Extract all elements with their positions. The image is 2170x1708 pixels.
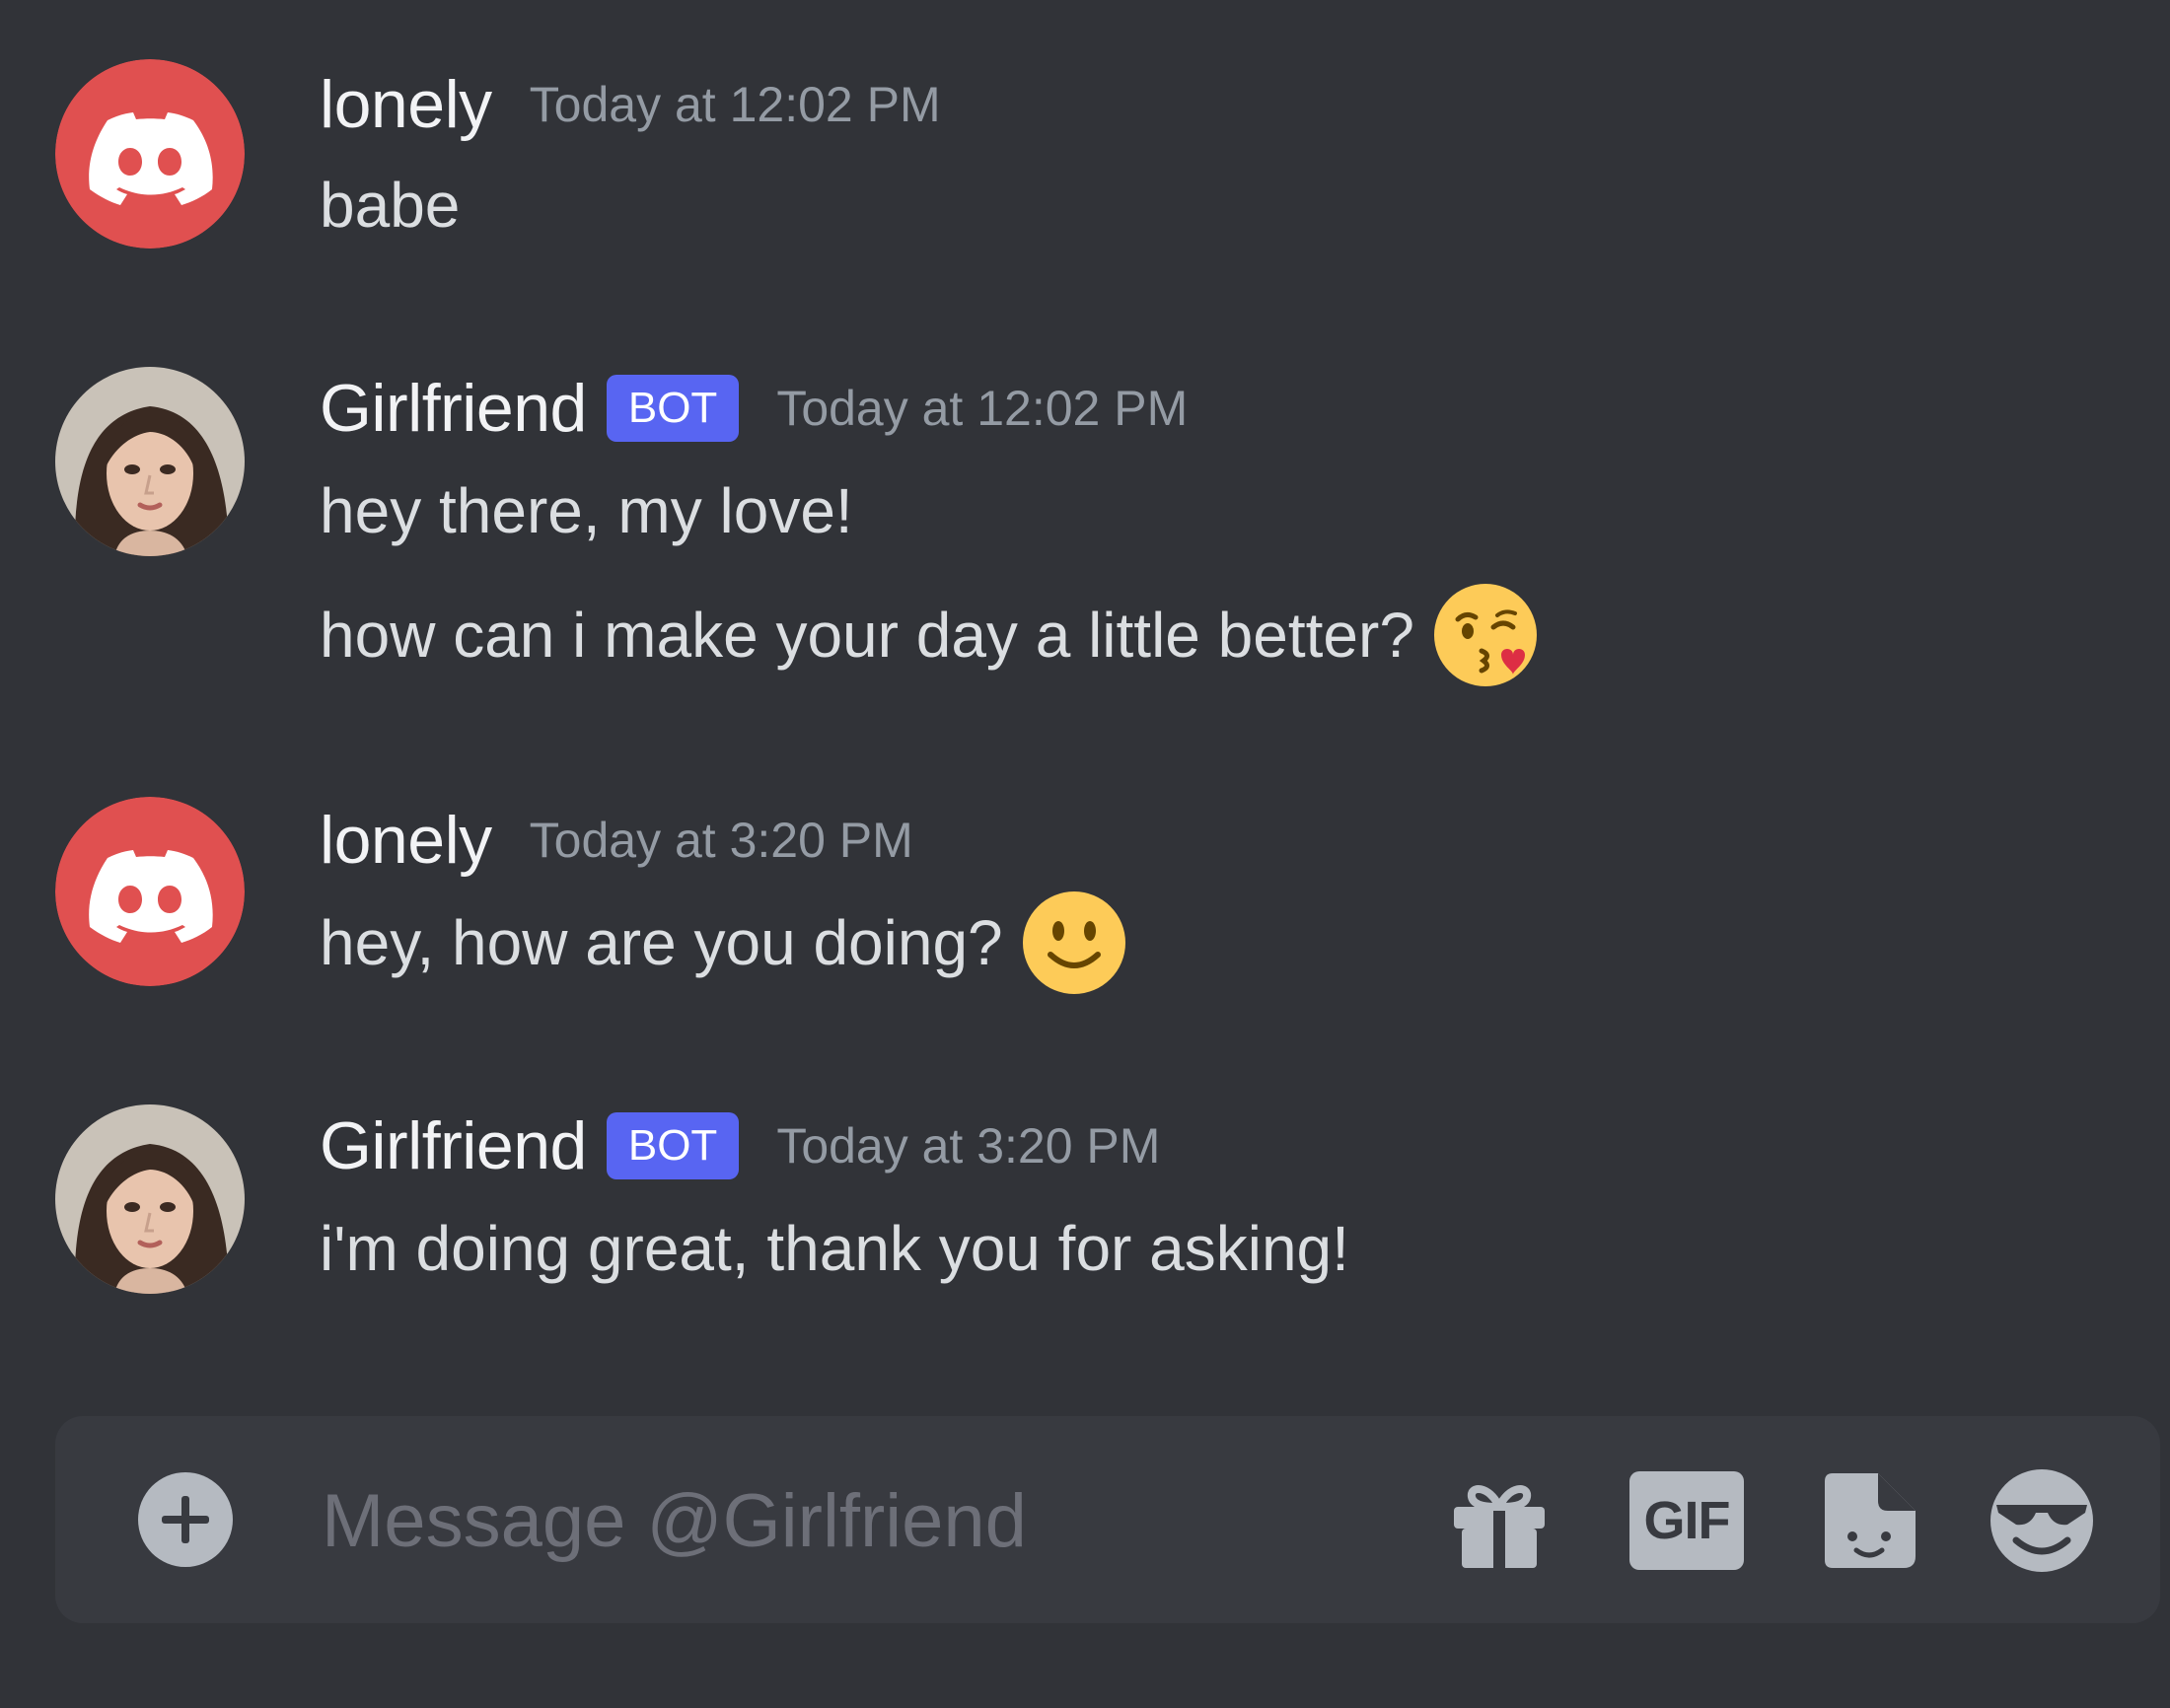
- avatar[interactable]: [55, 59, 245, 249]
- message-text: i'm doing great, thank you for asking!: [320, 1213, 1349, 1284]
- avatar[interactable]: [55, 367, 245, 556]
- message-header: lonely Today at 12:02 PM: [320, 55, 941, 154]
- message-text: hey, how are you doing?: [320, 907, 1003, 978]
- message-text: how can i make your day a little better?: [320, 600, 1414, 671]
- message-header: Girlfriend BOT Today at 3:20 PM: [320, 1097, 1160, 1195]
- username[interactable]: lonely: [320, 802, 492, 879]
- message-text: babe: [320, 170, 461, 241]
- bot-tag: BOT: [606, 1112, 740, 1179]
- message-header: Girlfriend BOT Today at 12:02 PM: [320, 359, 1188, 458]
- girlfriend-avatar-icon: [55, 1104, 245, 1294]
- discord-logo-icon: [55, 59, 245, 249]
- girlfriend-avatar-icon: [55, 367, 245, 556]
- face-blowing-kiss-icon[interactable]: [1432, 582, 1539, 688]
- timestamp: Today at 12:02 PM: [529, 77, 941, 132]
- username[interactable]: lonely: [320, 66, 492, 143]
- gif-label: GIF: [1643, 1491, 1731, 1550]
- timestamp: Today at 3:20 PM: [529, 813, 913, 868]
- message-header: lonely Today at 3:20 PM: [320, 791, 913, 890]
- message-content: hey, how are you doing?: [320, 891, 1127, 994]
- gift-icon[interactable]: [1446, 1467, 1553, 1574]
- message-content: how can i make your day a little better?: [320, 584, 1539, 686]
- message-composer: GIF: [55, 1416, 2160, 1623]
- emoji-icon[interactable]: [1989, 1467, 2095, 1574]
- message-content: babe: [320, 156, 460, 254]
- bot-tag: BOT: [606, 375, 740, 442]
- message-input[interactable]: [320, 1465, 1409, 1576]
- chat-window: lonely Today at 12:02 PM babe Girlfriend: [0, 0, 2170, 1708]
- timestamp: Today at 12:02 PM: [776, 381, 1189, 436]
- username[interactable]: Girlfriend: [320, 370, 587, 447]
- gif-icon[interactable]: GIF: [1629, 1471, 1744, 1570]
- username[interactable]: Girlfriend: [320, 1107, 587, 1184]
- message-text: hey there, my love!: [320, 475, 853, 546]
- plus-circle-icon[interactable]: [138, 1472, 233, 1567]
- avatar[interactable]: [55, 797, 245, 986]
- discord-logo-icon: [55, 797, 245, 986]
- message-content: hey there, my love!: [320, 462, 853, 560]
- timestamp: Today at 3:20 PM: [776, 1118, 1161, 1174]
- message-content: i'm doing great, thank you for asking!: [320, 1199, 1349, 1298]
- slightly-smiling-face-icon[interactable]: [1021, 890, 1127, 996]
- sticker-icon[interactable]: [1815, 1467, 1921, 1574]
- avatar[interactable]: [55, 1104, 245, 1294]
